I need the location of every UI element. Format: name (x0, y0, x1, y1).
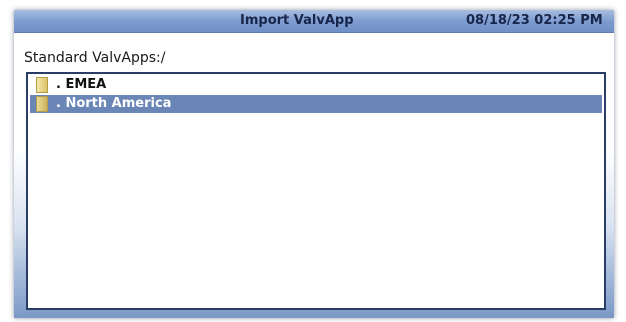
path-label: Standard ValvApps:/ (24, 50, 166, 66)
folder-list[interactable]: . EMEA . North America (26, 72, 606, 310)
list-item-label: . North America (56, 96, 172, 111)
list-item-label: . EMEA (56, 77, 107, 92)
folder-icon (36, 77, 48, 93)
title-bar: Import ValvApp 08/18/23 02:25 PM (14, 10, 614, 33)
folder-icon (36, 96, 48, 112)
clock: 08/18/23 02:25 PM (466, 13, 603, 28)
device-screen: Import ValvApp 08/18/23 02:25 PM Standar… (14, 10, 614, 318)
list-item-north-america[interactable]: . North America (30, 95, 602, 113)
list-item-emea[interactable]: . EMEA (30, 76, 602, 94)
window-title: Import ValvApp (240, 13, 354, 28)
